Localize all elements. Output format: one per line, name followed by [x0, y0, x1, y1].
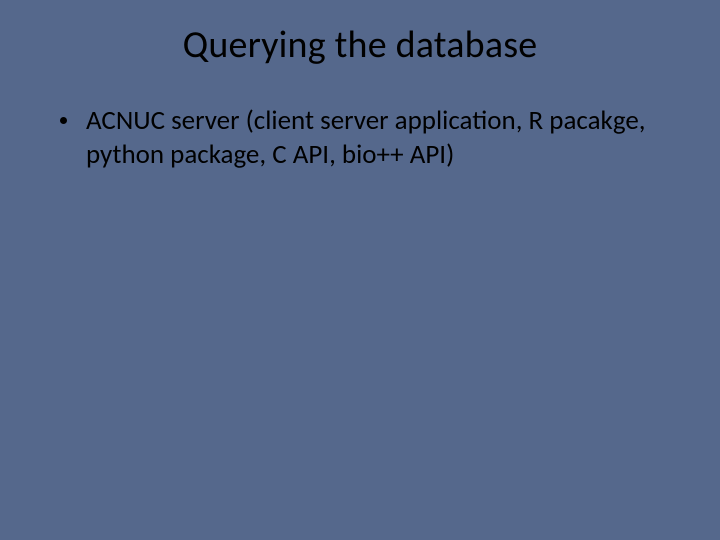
- list-item: ACNUC server (client server application,…: [58, 104, 664, 172]
- slide: Querying the database ACNUC server (clie…: [0, 0, 720, 540]
- bullet-text: ACNUC server (client server application,…: [86, 104, 646, 171]
- bullet-list: ACNUC server (client server application,…: [58, 104, 664, 172]
- slide-body: ACNUC server (client server application,…: [0, 104, 720, 172]
- slide-title: Querying the database: [0, 22, 720, 68]
